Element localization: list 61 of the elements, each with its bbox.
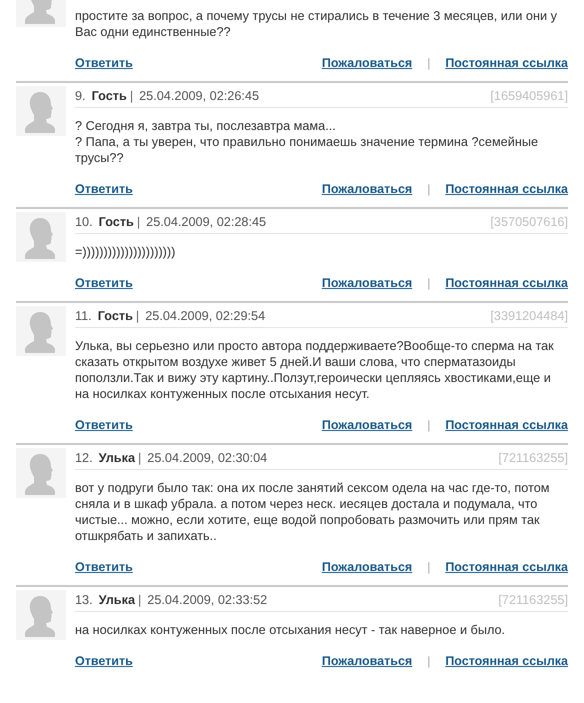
reply-link[interactable]: Ответить	[75, 181, 133, 197]
reply-link[interactable]: Ответить	[75, 275, 133, 291]
comment-text: ? Сегодня я, завтра ты, послезавтра мама...	[75, 118, 337, 134]
header-divider: |	[138, 450, 142, 467]
comment-date: 25.04.2009, 02:33:52	[147, 592, 268, 609]
comment-text: на носилках контуженных после отсыхания несут - так наверное и было.	[75, 622, 506, 638]
comment-code: [721163255]	[498, 592, 568, 609]
link-separator: |	[427, 181, 430, 197]
author-name: Улька	[98, 592, 135, 609]
avatar	[16, 306, 66, 356]
permalink-link[interactable]: Постоянная ссылка	[445, 653, 568, 669]
reply-link[interactable]: Ответить	[75, 417, 133, 433]
report-link[interactable]: Пожаловаться	[322, 55, 412, 71]
comment-number: 12.	[75, 450, 93, 467]
author-name: Улька	[98, 450, 135, 467]
comment-text: Улька, вы серьезно или просто автора поддерживаете?Вообще-то сперма на так сказать открытом воздухе живет 5 дней.И ваши слова, что сперматазоиды поползли.Так и вижу эту картину..Ползут,героически цепляясь хвостиками,еще и на носилках контуженных после отсыхания несут.	[75, 338, 555, 402]
report-link[interactable]: Пожаловаться	[322, 275, 412, 291]
permalink-link[interactable]: Постоянная ссылка	[445, 559, 568, 575]
report-link[interactable]: Пожаловаться	[322, 559, 412, 575]
header-divider: |	[136, 308, 140, 325]
header-divider: |	[130, 88, 134, 105]
permalink-link[interactable]: Постоянная ссылка	[445, 55, 568, 71]
comment-code: [1659405961]	[490, 88, 568, 105]
link-separator: |	[427, 559, 430, 575]
comment-code: [721163255]	[498, 450, 568, 467]
report-link[interactable]: Пожаловаться	[322, 181, 412, 197]
comment-text: простите за вопрос, а почему трусы не стирались в течение 3 месяцев, или они у Вас одни единственные??	[75, 8, 558, 40]
comment-text: вот у подруги было так: она их после занятий сексом одела на час где-то, потом сняла и в шкаф убрала. а потом через неск. иесяцев достала и подумала, что чистые... можно, если хотите, еще водой попробовать размочить или прям так отшкрябать и запихать..	[75, 480, 550, 544]
link-separator: |	[427, 417, 430, 433]
permalink-link[interactable]: Постоянная ссылка	[445, 181, 568, 197]
author-name: Гость	[98, 308, 133, 325]
comment-number: 13.	[75, 592, 93, 609]
comment-number: 10.	[75, 214, 93, 231]
link-separator: |	[427, 275, 430, 291]
reply-link[interactable]: Ответить	[75, 653, 133, 669]
avatar	[16, 448, 66, 498]
link-separator: |	[427, 55, 430, 71]
report-link[interactable]: Пожаловаться	[322, 417, 412, 433]
comment-code: [3570507616]	[490, 214, 568, 231]
report-link[interactable]: Пожаловаться	[322, 653, 412, 669]
avatar	[16, 590, 66, 640]
link-separator: |	[427, 653, 430, 669]
reply-link[interactable]: Ответить	[75, 559, 133, 575]
comment-number: 11.	[75, 308, 92, 325]
comment-number: 9.	[75, 88, 86, 105]
comment-date: 25.04.2009, 02:30:04	[147, 450, 268, 467]
author-name: Гость	[92, 88, 127, 105]
comment-date: 25.04.2009, 02:29:54	[145, 308, 266, 325]
header-divider: |	[136, 214, 140, 231]
reply-link[interactable]: Ответить	[75, 55, 133, 71]
header-divider: |	[138, 592, 142, 609]
comment-text: ? Папа, а ты уверен, что правильно понимаешь значение термина ?семейные трусы??	[75, 134, 540, 166]
comment-date: 25.04.2009, 02:28:45	[146, 214, 266, 231]
comment-text: =))))))))))))))))))))))	[75, 244, 176, 260]
permalink-link[interactable]: Постоянная ссылка	[445, 275, 568, 291]
comment-date: 25.04.2009, 02:26:45	[139, 88, 260, 105]
comment-code: [3391204484]	[490, 308, 568, 325]
author-name: Гость	[98, 214, 134, 231]
avatar	[16, 212, 66, 262]
permalink-link[interactable]: Постоянная ссылка	[445, 417, 568, 433]
avatar	[16, 86, 66, 136]
